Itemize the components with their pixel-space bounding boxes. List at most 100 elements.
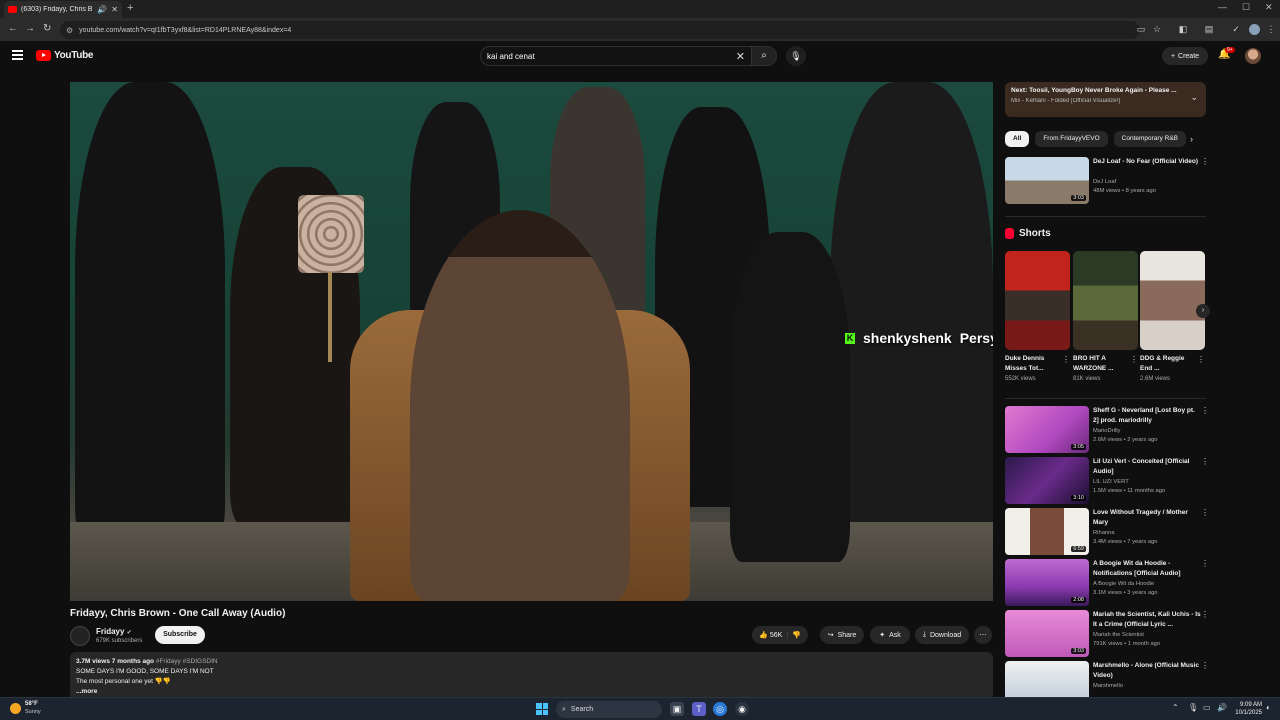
- video-thumbnail[interactable]: 2:08: [1005, 559, 1089, 606]
- more-vertical-icon[interactable]: ⋮: [1201, 406, 1209, 415]
- voice-search-button[interactable]: 🎙: [786, 46, 806, 66]
- video-title[interactable]: Love Without Tragedy / Mother Mary: [1093, 508, 1201, 527]
- channel-name[interactable]: A Boogie Wit da Hoodie: [1093, 581, 1154, 587]
- like-button[interactable]: 👍 56K: [759, 631, 782, 639]
- maximize-icon[interactable]: ☐: [1242, 2, 1250, 13]
- video-title[interactable]: DeJ Loaf - No Fear (Official Video): [1093, 157, 1201, 167]
- channel-name[interactable]: DeJ Loaf: [1093, 179, 1116, 185]
- subscribe-button[interactable]: Subscribe: [155, 626, 205, 644]
- short-item[interactable]: BRO HIT A WARZONE ... 81K views ⋮: [1073, 251, 1138, 382]
- more-vertical-icon[interactable]: ⋮: [1201, 610, 1209, 619]
- more-vertical-icon[interactable]: ⋮: [1201, 508, 1209, 517]
- browser-tab[interactable]: (6303) Fridayy, Chris Brown 🔊 ✕: [4, 1, 122, 18]
- video-title[interactable]: A Boogie Wit da Hoodie - Notifications […: [1093, 559, 1201, 578]
- task-view-icon[interactable]: ▣: [670, 702, 684, 716]
- more-actions-button[interactable]: ⋯: [974, 626, 992, 644]
- video-thumbnail[interactable]: 3:05: [1005, 406, 1089, 453]
- more-vertical-icon[interactable]: ⋮: [1201, 157, 1209, 166]
- extension-icon[interactable]: ✓: [1231, 24, 1241, 34]
- mic-tray-icon[interactable]: 🎙: [1188, 703, 1198, 712]
- chip-contemporary-rnb[interactable]: Contemporary R&B: [1113, 131, 1187, 147]
- short-item[interactable]: Duke Dennis Misses Tot... 552K views ⋮: [1005, 251, 1070, 382]
- channel-name[interactable]: LIL UZI VERT: [1093, 479, 1129, 485]
- related-video[interactable]: Marshmello - Alone (Official Music Video…: [1005, 661, 1220, 697]
- audio-playing-icon[interactable]: 🔊: [97, 5, 107, 14]
- windows-start-icon[interactable]: [536, 703, 548, 715]
- related-video[interactable]: 2:08 A Boogie Wit da Hoodie - Notificati…: [1005, 559, 1220, 607]
- clear-search-icon[interactable]: ✕: [736, 50, 745, 63]
- back-icon[interactable]: ←: [8, 23, 18, 34]
- address-bar[interactable]: ⚙ youtube.com/watch?v=qI1fbT3yxf8&list=R…: [60, 21, 1140, 39]
- short-title[interactable]: BRO HIT A WARZONE ...: [1073, 354, 1125, 374]
- more-vertical-icon[interactable]: ⋮: [1201, 661, 1209, 670]
- sun-icon[interactable]: [10, 703, 21, 714]
- short-thumbnail[interactable]: [1140, 251, 1205, 350]
- video-thumbnail[interactable]: 3:03: [1005, 157, 1089, 204]
- cast-icon[interactable]: ▭: [1136, 24, 1146, 34]
- search-input[interactable]: kai and cenat ✕: [480, 46, 752, 66]
- account-avatar[interactable]: [1245, 48, 1261, 64]
- chip-all[interactable]: All: [1005, 131, 1030, 147]
- chevron-down-icon[interactable]: ⌄: [1190, 92, 1198, 103]
- video-title[interactable]: Lil Uzi Vert - Conceited [Official Audio…: [1093, 457, 1201, 476]
- more-vertical-icon[interactable]: ⋮: [1062, 355, 1070, 364]
- related-video[interactable]: 3:05 Sheff G - Neverland [Lost Boy pt. 2…: [1005, 406, 1220, 454]
- chevron-up-icon[interactable]: ⌃: [1172, 703, 1179, 712]
- youtube-logo[interactable]: YouTube: [36, 50, 94, 61]
- related-video[interactable]: 3:03 Mariah the Scientist, Kali Uchis - …: [1005, 610, 1220, 658]
- reload-icon[interactable]: ↻: [43, 23, 51, 34]
- create-button[interactable]: + Create: [1162, 47, 1208, 65]
- video-thumbnail[interactable]: 3:03: [1005, 610, 1089, 657]
- channel-avatar[interactable]: [70, 626, 90, 646]
- volume-icon[interactable]: 🔊: [1217, 703, 1227, 712]
- video-title[interactable]: Sheff G - Neverland [Lost Boy pt. 2] pro…: [1093, 406, 1201, 425]
- more-vertical-icon[interactable]: ⋮: [1197, 355, 1205, 364]
- related-video[interactable]: 3:03 DeJ Loaf - No Fear (Official Video)…: [1005, 157, 1220, 205]
- shorts-next-arrow-icon[interactable]: ›: [1196, 304, 1210, 318]
- wifi-icon[interactable]: ▭: [1203, 703, 1211, 712]
- chip-from-channel[interactable]: From FridayyVEVO: [1035, 131, 1108, 147]
- description-hashtags[interactable]: #Fridayy #SDIGSDIN: [156, 658, 218, 665]
- description-box[interactable]: 3.7M views 7 months ago #Fridayy #SDIGSD…: [70, 652, 993, 700]
- channel-name[interactable]: Rihanna: [1093, 530, 1115, 536]
- channel-name[interactable]: Marshmello: [1093, 683, 1123, 689]
- ask-button[interactable]: ✦ Ask: [870, 626, 910, 644]
- short-title[interactable]: DDG & Reggie End ...: [1140, 354, 1192, 374]
- notification-center-icon[interactable]: ◐: [1266, 703, 1271, 712]
- system-clock[interactable]: 9:09 AM 10/1/2025: [1232, 701, 1262, 717]
- close-window-icon[interactable]: ✕: [1265, 2, 1273, 13]
- video-thumbnail[interactable]: 3:10: [1005, 457, 1089, 504]
- short-thumbnail[interactable]: [1073, 251, 1138, 350]
- download-button[interactable]: ⤓ Download: [915, 626, 969, 644]
- search-button[interactable]: ⌕: [751, 46, 777, 66]
- short-thumbnail[interactable]: [1005, 251, 1070, 350]
- more-vertical-icon[interactable]: ⋮: [1201, 457, 1209, 466]
- related-video[interactable]: 3:10 Lil Uzi Vert - Conceited [Official …: [1005, 457, 1220, 505]
- minimize-icon[interactable]: —: [1218, 2, 1227, 12]
- menu-icon[interactable]: [12, 50, 23, 60]
- video-title[interactable]: Marshmello - Alone (Official Music Video…: [1093, 661, 1201, 680]
- show-more-link[interactable]: ...more: [76, 687, 987, 697]
- taskbar-search[interactable]: ⌕ Search: [556, 701, 662, 718]
- forward-icon[interactable]: →: [25, 23, 35, 34]
- chevron-right-icon[interactable]: ›: [1190, 134, 1193, 144]
- related-video[interactable]: 6:59 Love Without Tragedy / Mother Mary …: [1005, 508, 1220, 556]
- extensions-icon[interactable]: ◧: [1178, 24, 1188, 34]
- video-thumbnail[interactable]: [1005, 661, 1089, 697]
- dislike-button[interactable]: 👎: [792, 631, 801, 639]
- up-next-mix[interactable]: Next: Toosii, YoungBoy Never Broke Again…: [1005, 82, 1206, 117]
- browser-menu-icon[interactable]: ⋮: [1266, 24, 1276, 34]
- more-vertical-icon[interactable]: ⋮: [1201, 559, 1209, 568]
- browser-profile-avatar[interactable]: [1249, 24, 1260, 35]
- short-item[interactable]: DDG & Reggie End ... 2.6M views ⋮: [1140, 251, 1205, 382]
- channel-name[interactable]: Mariah the Scientist: [1093, 632, 1144, 638]
- share-button[interactable]: ↪ Share: [820, 626, 864, 644]
- app-icon[interactable]: ◉: [735, 702, 749, 716]
- new-tab-button[interactable]: +: [127, 2, 133, 14]
- more-vertical-icon[interactable]: ⋮: [1130, 355, 1138, 364]
- video-title[interactable]: Mariah the Scientist, Kali Uchis - Is It…: [1093, 610, 1201, 629]
- video-thumbnail[interactable]: 6:59: [1005, 508, 1089, 555]
- chrome-icon[interactable]: ◎: [713, 702, 727, 716]
- sidepanel-icon[interactable]: ▤: [1204, 24, 1214, 34]
- video-player[interactable]: K shenkyshenk Persyyyyyyyy: [70, 82, 993, 601]
